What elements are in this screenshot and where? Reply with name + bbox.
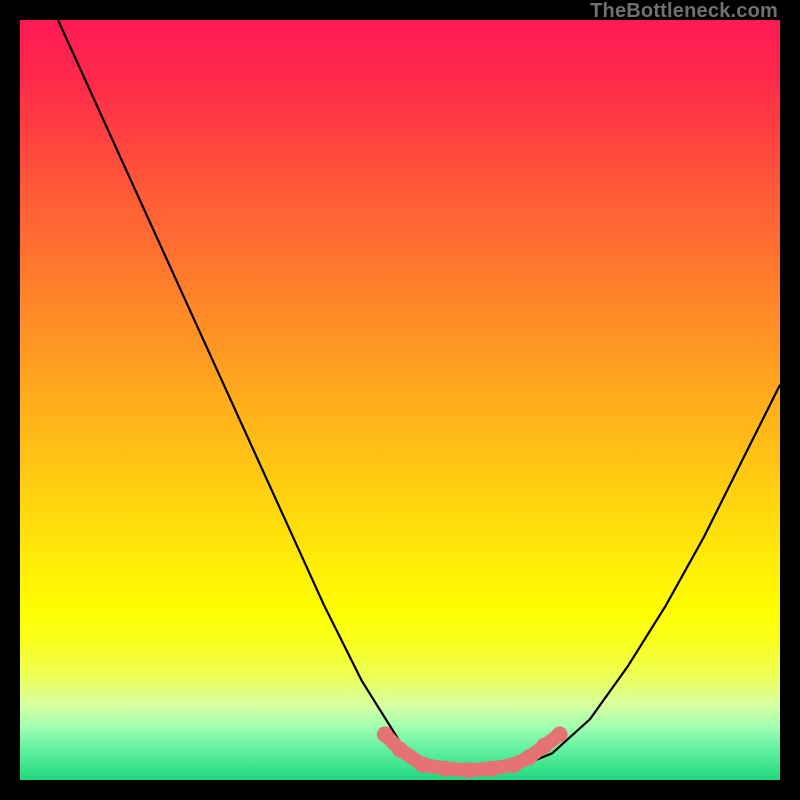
dots-layer <box>377 726 568 778</box>
highlight-dot <box>521 749 537 765</box>
highlight-dot <box>552 726 568 742</box>
highlight-dot <box>460 762 476 778</box>
highlight-dot <box>536 738 552 754</box>
highlight-dot <box>438 761 454 777</box>
highlight-dot <box>415 757 431 773</box>
highlight-dot <box>377 726 393 742</box>
highlight-dot <box>483 761 499 777</box>
curve-layer <box>58 20 780 772</box>
bottleneck-curve <box>58 20 780 772</box>
highlight-dot <box>506 757 522 773</box>
watermark-text: TheBottleneck.com <box>590 0 778 23</box>
chart-frame: TheBottleneck.com <box>0 0 800 800</box>
chart-svg <box>20 20 780 780</box>
highlight-dot <box>392 742 408 758</box>
